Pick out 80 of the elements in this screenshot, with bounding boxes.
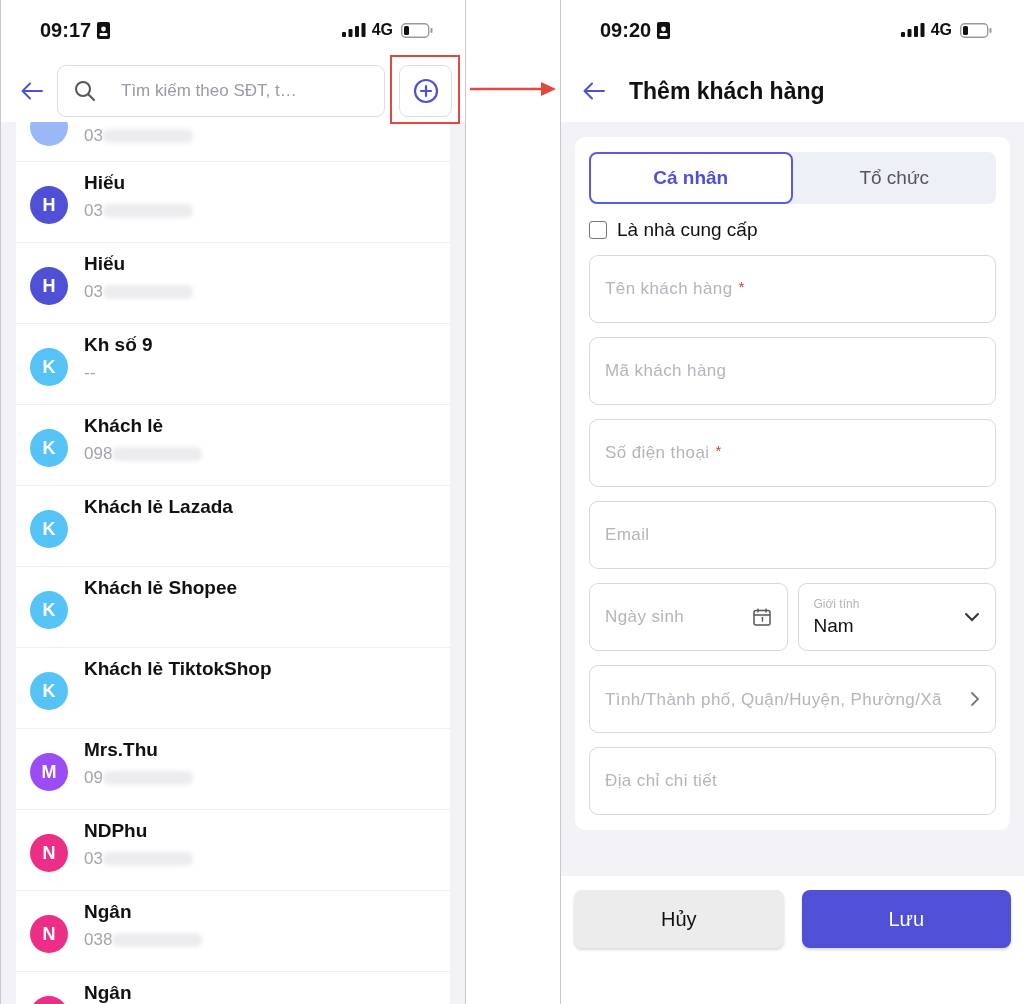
customer-name: Khách lẻ Lazada (84, 495, 233, 519)
customer-name: Mrs.Thu (84, 738, 159, 762)
customer-row[interactable]: N Ngân 038 (16, 891, 450, 972)
customer-row[interactable]: H Hiếu 03 (16, 162, 450, 243)
save-button[interactable]: Lưu (801, 890, 1011, 948)
customer-phone: 03 (84, 849, 103, 869)
customer-name: Khách lẻ (84, 414, 165, 438)
customer-name: NDPhu (84, 819, 149, 843)
avatar: K (30, 348, 68, 386)
type-tab[interactable]: Tổ chức (792, 152, 996, 204)
avatar: H (30, 267, 68, 305)
avatar: N (30, 834, 68, 872)
status-time: 09:20 (600, 18, 652, 42)
network-label: 4G (930, 21, 952, 39)
avatar: N (30, 915, 68, 953)
page-title: Thêm khách hàng (629, 77, 825, 105)
field-label: Giới tính (813, 597, 860, 611)
calendar-icon (751, 607, 772, 627)
network-label: 4G (371, 21, 393, 39)
id-card-icon (97, 21, 111, 39)
battery-icon (960, 22, 992, 38)
cancel-button[interactable]: Hủy (574, 890, 784, 948)
customer-name: Hiếu (84, 252, 127, 276)
customer-phone: 03 (84, 201, 103, 221)
add-circle-icon (412, 78, 439, 104)
status-time: 09:17 (40, 18, 92, 42)
customer-name: Kh số 9 (84, 333, 153, 357)
customer-name: Ngân (84, 981, 132, 1004)
customer-row[interactable]: N NDPhu 03 (16, 810, 450, 891)
customer-phone: 09 (84, 768, 103, 788)
customer-phone: 098 (84, 444, 113, 464)
input-field[interactable]: Số điện thoại * (589, 419, 996, 487)
customer-row[interactable]: K Khách lẻ Lazada (16, 486, 450, 567)
customer-row[interactable]: K Khách lẻ 098 (16, 405, 450, 486)
checkbox[interactable] (589, 221, 607, 239)
placeholder-text: Mã khách hàng (605, 361, 727, 381)
customer-phone: 038 (84, 930, 113, 950)
chevron-right-icon (970, 691, 980, 707)
checkbox-label: Là nhà cung cấp (617, 219, 758, 241)
field-value: Nam (813, 615, 855, 637)
customer-name: Hiếu (84, 171, 127, 195)
chevron-down-icon (964, 612, 980, 622)
highlight-frame (390, 55, 460, 124)
add-button[interactable] (399, 65, 452, 117)
signal-icon (341, 23, 366, 37)
customer-row[interactable]: K Khách lẻ TiktokShop (16, 648, 450, 729)
signal-icon (900, 23, 925, 37)
search-icon (74, 80, 96, 102)
avatar: H (30, 186, 68, 224)
type-tab[interactable]: Cá nhân (589, 152, 793, 204)
battery-icon (401, 22, 433, 38)
customer-phone: -- (84, 363, 96, 383)
customer-row[interactable]: K Khách lẻ Shopee (16, 567, 450, 648)
customer-row[interactable]: H Hiếu 03 (16, 243, 450, 324)
required-mark: * (738, 277, 745, 295)
required-mark: * (715, 441, 722, 459)
customer-phone: 03 (84, 126, 103, 146)
customer-row[interactable]: K Kh số 9 -- (16, 324, 450, 405)
customer-name: Ngân (84, 900, 133, 924)
back-arrow-icon[interactable] (583, 82, 605, 100)
avatar: K (30, 429, 68, 467)
placeholder-text: Ngày sinh (605, 607, 685, 627)
id-card-icon (657, 21, 671, 39)
customer-row[interactable]: Ngân (16, 972, 450, 1004)
avatar: K (30, 510, 68, 548)
customer-phone: 03 (84, 282, 103, 302)
customer-row[interactable]: M Mrs.Thu 09 (16, 729, 450, 810)
placeholder-text: Tên khách hàng (605, 279, 733, 299)
placeholder-text: Số điện thoại (605, 443, 710, 463)
input-field[interactable]: Tên khách hàng * (589, 255, 996, 323)
input-field[interactable]: Giới tính Nam (797, 583, 996, 651)
avatar: M (30, 753, 68, 791)
placeholder-text: Tình/Thành phố, Quận/Huyện, Phường/Xã (605, 688, 943, 710)
customer-name: Khách lẻ Shopee (84, 576, 238, 600)
avatar: K (30, 672, 68, 710)
customer-name: Khách lẻ TiktokShop (84, 657, 272, 681)
avatar: K (30, 591, 68, 629)
back-arrow-icon[interactable] (21, 82, 43, 100)
placeholder-text: Địa chỉ chi tiết (605, 771, 718, 791)
placeholder-text: Email (605, 525, 650, 545)
